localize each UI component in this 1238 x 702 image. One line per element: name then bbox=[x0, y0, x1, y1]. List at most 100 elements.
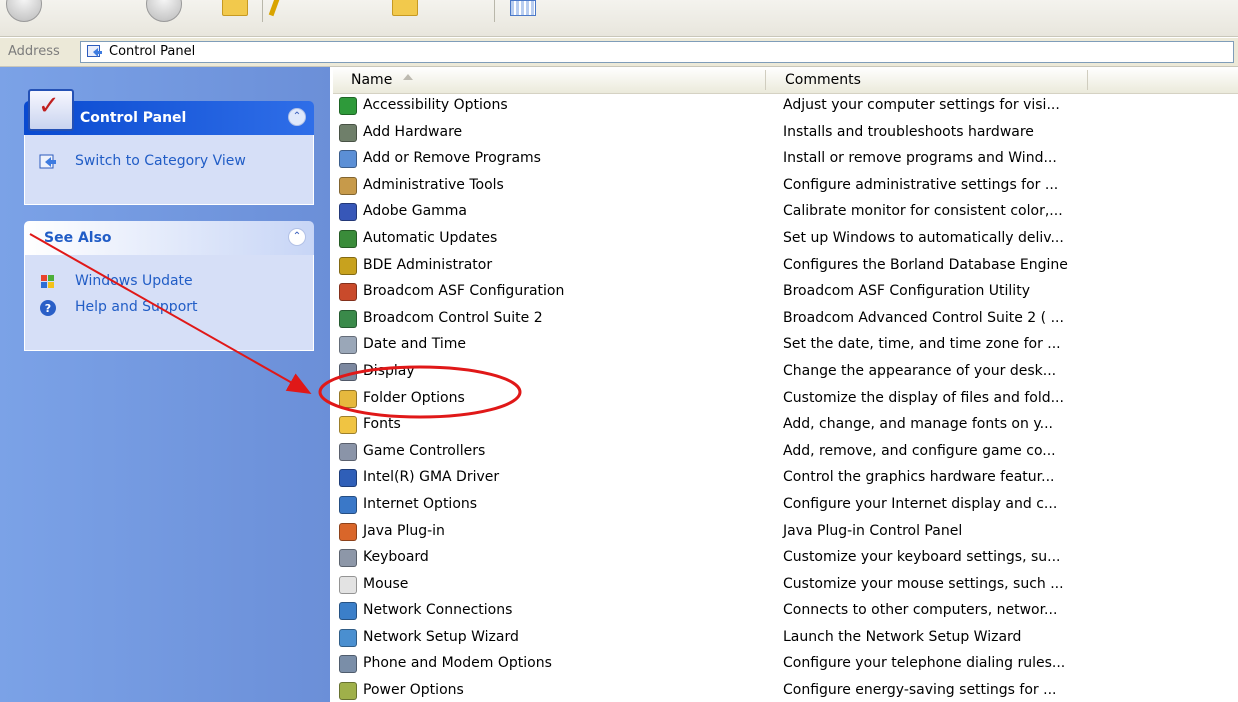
broadcom-control-suite-icon bbox=[339, 309, 357, 328]
task-label: Switch to Category View bbox=[75, 153, 246, 169]
list-item[interactable]: Display Change the appearance of your des… bbox=[333, 359, 1238, 386]
item-comment: Broadcom Advanced Control Suite 2 ( ... bbox=[783, 309, 1064, 326]
adobe-gamma-icon bbox=[339, 203, 357, 222]
item-name: Add Hardware bbox=[363, 123, 463, 140]
list-item[interactable]: Folder Options Customize the display of f… bbox=[333, 386, 1238, 413]
list-item[interactable]: Game Controllers Add, remove, and configu… bbox=[333, 439, 1238, 466]
toolbar-separator bbox=[262, 0, 263, 22]
control-panel-icon bbox=[28, 89, 74, 131]
item-comment: Customize your keyboard settings, su... bbox=[783, 549, 1061, 566]
list-item[interactable]: Date and Time Set the date, time, and tim… bbox=[333, 332, 1238, 359]
column-header-name[interactable]: Name bbox=[351, 72, 392, 88]
item-name: Phone and Modem Options bbox=[363, 655, 552, 672]
administrative-tools-icon bbox=[339, 176, 357, 195]
item-name: Intel(R) GMA Driver bbox=[363, 469, 500, 486]
item-comment: Control the graphics hardware featur... bbox=[783, 469, 1055, 486]
item-name: Adobe Gamma bbox=[363, 203, 468, 220]
accessibility-icon bbox=[339, 97, 357, 115]
list-item[interactable]: Keyboard Customize your keyboard settings… bbox=[333, 545, 1238, 572]
folders-icon[interactable] bbox=[392, 0, 418, 16]
date-time-icon bbox=[339, 336, 357, 355]
panel-title: See Also bbox=[44, 230, 112, 246]
item-name: Java Plug-in bbox=[363, 522, 445, 539]
forward-button-icon[interactable] bbox=[146, 0, 182, 22]
collapse-chevron-icon[interactable]: ⌃ bbox=[288, 108, 306, 126]
item-comment: Customize the display of files and fold.… bbox=[783, 389, 1064, 406]
back-button-icon[interactable] bbox=[6, 0, 42, 22]
list-item[interactable]: Add Hardware Installs and troubleshoots h… bbox=[333, 120, 1238, 147]
list-item[interactable]: Administrative Tools Configure administra… bbox=[333, 173, 1238, 200]
column-header-comments[interactable]: Comments bbox=[785, 72, 861, 88]
item-comment: Install or remove programs and Wind... bbox=[783, 150, 1057, 167]
item-name: Display bbox=[363, 362, 415, 379]
list-item[interactable]: Adobe Gamma Calibrate monitor for consist… bbox=[333, 199, 1238, 226]
item-name: Broadcom Control Suite 2 bbox=[363, 309, 543, 326]
windows-update-link[interactable]: Windows Update bbox=[25, 269, 313, 295]
task-label: Windows Update bbox=[75, 273, 193, 289]
list-item[interactable]: Phone and Modem Options Configure your te… bbox=[333, 651, 1238, 678]
switch-to-category-view-link[interactable]: Switch to Category View bbox=[25, 149, 313, 175]
item-comment: Add, remove, and configure game co... bbox=[783, 442, 1056, 459]
column-separator[interactable] bbox=[765, 70, 766, 90]
item-comment: Configure energy-saving settings for ... bbox=[783, 682, 1057, 699]
item-comment: Set up Windows to automatically deliv... bbox=[783, 229, 1064, 246]
control-panel-panel-header[interactable]: Control Panel ⌃ bbox=[24, 89, 314, 135]
sort-ascending-icon bbox=[403, 74, 413, 80]
item-name: Folder Options bbox=[363, 389, 465, 406]
list-item[interactable]: Intel(R) GMA Driver Control the graphics … bbox=[333, 465, 1238, 492]
help-and-support-link[interactable]: ? Help and Support bbox=[25, 295, 313, 321]
item-comment: Configure your telephone dialing rules..… bbox=[783, 655, 1066, 672]
address-label: Address bbox=[8, 44, 60, 59]
item-comment: Broadcom ASF Configuration Utility bbox=[783, 283, 1030, 300]
address-field[interactable]: Control Panel bbox=[80, 41, 1234, 63]
search-icon[interactable] bbox=[268, 0, 281, 17]
fonts-icon bbox=[339, 416, 357, 435]
address-bar: Address Control Panel bbox=[0, 38, 1238, 67]
item-comment: Connects to other computers, networ... bbox=[783, 602, 1058, 619]
item-name: Network Connections bbox=[363, 602, 513, 619]
list-item[interactable]: Broadcom Control Suite 2 Broadcom Advance… bbox=[333, 306, 1238, 333]
up-folder-icon[interactable] bbox=[222, 0, 248, 16]
item-comment: Installs and troubleshoots hardware bbox=[783, 123, 1034, 140]
views-icon[interactable] bbox=[510, 0, 536, 16]
item-comment: Adjust your computer settings for visi..… bbox=[783, 97, 1060, 113]
java-icon bbox=[339, 522, 357, 541]
list-item[interactable]: Java Plug-in Java Plug-in Control Panel bbox=[333, 519, 1238, 546]
game-controllers-icon bbox=[339, 442, 357, 461]
item-name: Accessibility Options bbox=[363, 97, 508, 113]
item-name: Mouse bbox=[363, 575, 409, 592]
item-name: Power Options bbox=[363, 682, 464, 699]
see-also-panel-header[interactable]: See Also ⌃ bbox=[24, 221, 314, 255]
list-header: Name Comments bbox=[333, 67, 1238, 94]
list-item[interactable]: Fonts Add, change, and manage fonts on y.… bbox=[333, 412, 1238, 439]
column-separator[interactable] bbox=[1087, 70, 1088, 90]
item-name: Administrative Tools bbox=[363, 176, 504, 193]
item-comment: Set the date, time, and time zone for ..… bbox=[783, 336, 1061, 353]
automatic-updates-icon bbox=[339, 229, 357, 248]
network-connections-icon bbox=[339, 602, 357, 621]
list-item[interactable]: Network Connections Connects to other com… bbox=[333, 598, 1238, 625]
control-panel-list: Name Comments Accessibility Options Adjus… bbox=[333, 67, 1238, 702]
list-item[interactable]: Accessibility Options Adjust your compute… bbox=[333, 93, 1238, 120]
list-item[interactable]: Broadcom ASF Configuration Broadcom ASF C… bbox=[333, 279, 1238, 306]
control-panel-icon bbox=[87, 45, 102, 57]
list-item[interactable]: Network Setup Wizard Launch the Network S… bbox=[333, 625, 1238, 652]
list-item[interactable]: Internet Options Configure your Internet … bbox=[333, 492, 1238, 519]
collapse-chevron-icon[interactable]: ⌃ bbox=[288, 228, 306, 246]
item-comment: Change the appearance of your desk... bbox=[783, 362, 1057, 379]
item-name: Network Setup Wizard bbox=[363, 628, 519, 645]
list-item[interactable]: Automatic Updates Set up Windows to autom… bbox=[333, 226, 1238, 253]
broadcom-asf-icon bbox=[339, 283, 357, 302]
list-item[interactable]: Power Options Configure energy-saving set… bbox=[333, 678, 1238, 702]
list-item[interactable]: Mouse Customize your mouse settings, such… bbox=[333, 572, 1238, 599]
phone-modem-icon bbox=[339, 655, 357, 674]
see-also-panel: See Also ⌃ Windows Update ? Help and Sup… bbox=[24, 221, 314, 351]
item-comment: Java Plug-in Control Panel bbox=[783, 522, 963, 539]
list-item[interactable]: BDE Administrator Configures the Borland … bbox=[333, 253, 1238, 280]
add-hardware-icon bbox=[339, 123, 357, 142]
help-icon: ? bbox=[40, 300, 56, 316]
task-label: Help and Support bbox=[75, 299, 198, 315]
switch-view-icon bbox=[39, 154, 56, 169]
control-panel-panel-body: Switch to Category View bbox=[24, 135, 314, 205]
list-item[interactable]: Add or Remove Programs Install or remove … bbox=[333, 146, 1238, 173]
